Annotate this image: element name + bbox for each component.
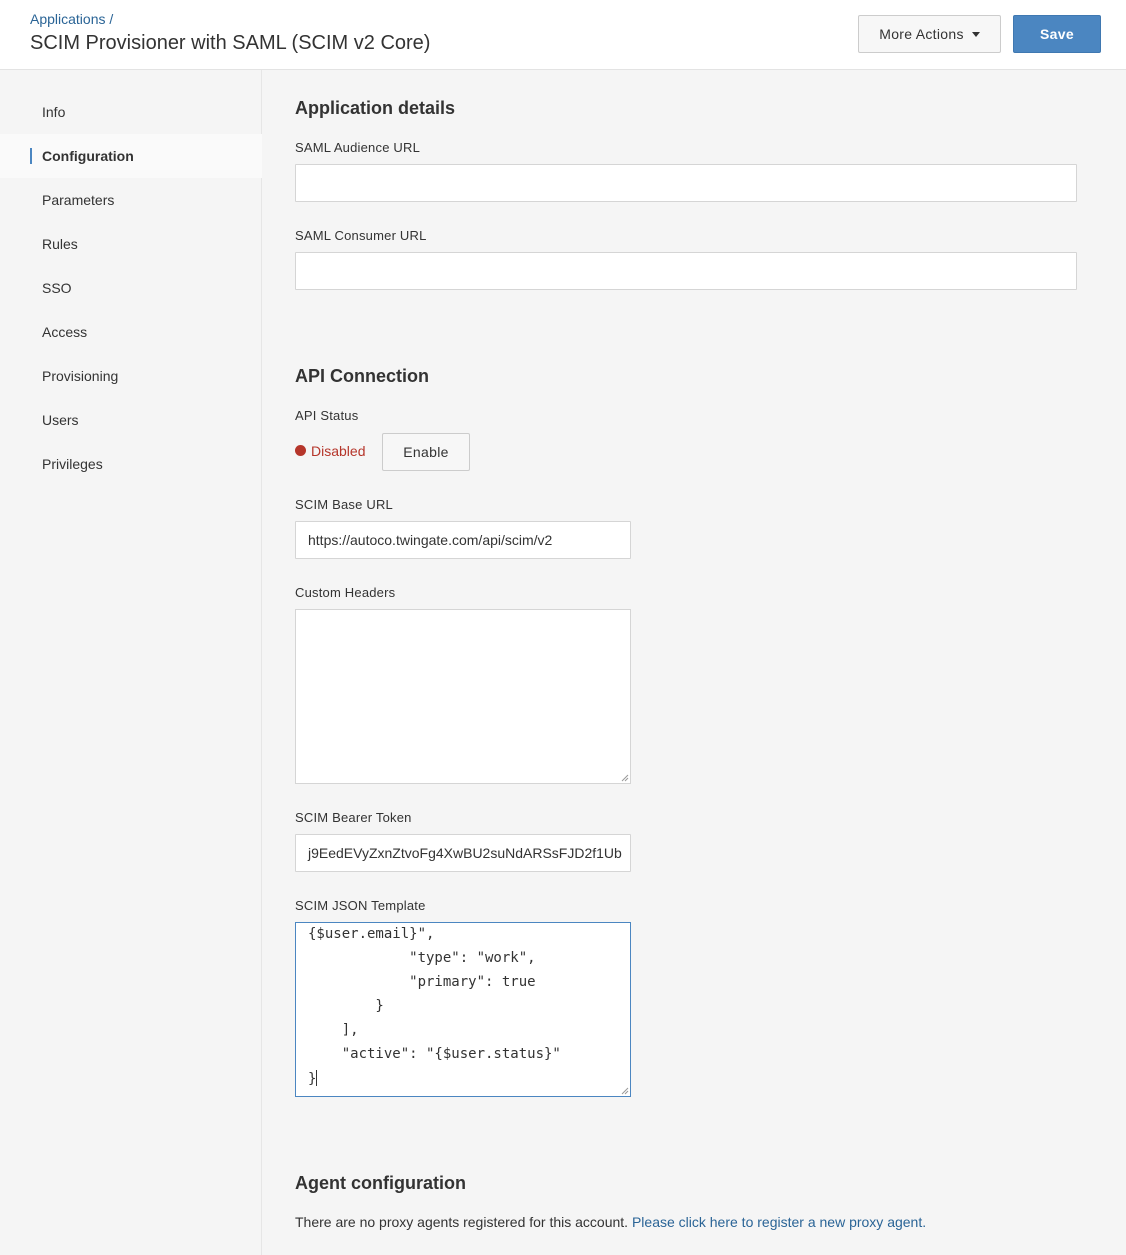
- sidebar-item-users[interactable]: Users: [0, 398, 262, 442]
- breadcrumb: Applications /: [30, 11, 113, 27]
- agent-configuration-message: There are no proxy agents registered for…: [295, 1214, 926, 1230]
- sidebar-item-info[interactable]: Info: [0, 90, 262, 134]
- json-template-line: }: [308, 998, 384, 1014]
- more-actions-label: More Actions: [879, 26, 964, 42]
- agent-configuration-title: Agent configuration: [295, 1173, 466, 1193]
- scim-base-url-label: SCIM Base URL: [295, 497, 393, 512]
- sidebar-item-access[interactable]: Access: [0, 310, 262, 354]
- register-proxy-agent-link[interactable]: Please click here to register a new prox…: [632, 1214, 926, 1230]
- saml-consumer-label: SAML Consumer URL: [295, 228, 427, 243]
- saml-audience-input[interactable]: [295, 164, 1077, 202]
- caret-down-icon: [971, 31, 980, 37]
- text-cursor: [316, 1070, 318, 1086]
- sidebar-item-parameters[interactable]: Parameters: [0, 178, 262, 222]
- sidebar-item-configuration[interactable]: Configuration: [0, 134, 262, 178]
- enable-button[interactable]: Enable: [382, 433, 470, 471]
- sidebar-item-sso[interactable]: SSO: [0, 266, 262, 310]
- main-content: Application details SAML Audience URL SA…: [263, 70, 1126, 1255]
- bearer-token-input[interactable]: j9EedEVyZxnZtvoFg4XwBU2suNdARSsFJD2f1Ub: [295, 834, 631, 872]
- custom-headers-textarea[interactable]: [295, 609, 631, 784]
- json-template-label: SCIM JSON Template: [295, 898, 426, 913]
- sidebar-item-rules[interactable]: Rules: [0, 222, 262, 266]
- saml-consumer-input[interactable]: [295, 252, 1077, 290]
- more-actions-button[interactable]: More Actions: [858, 15, 1001, 53]
- json-template-line: ],: [308, 1022, 359, 1038]
- agent-configuration-text: There are no proxy agents registered for…: [295, 1214, 629, 1230]
- json-template-line: }: [308, 1071, 317, 1087]
- bearer-token-label: SCIM Bearer Token: [295, 810, 412, 825]
- json-template-line: "active": "{$user.status}": [308, 1046, 561, 1062]
- page-title: SCIM Provisioner with SAML (SCIM v2 Core…: [30, 32, 431, 54]
- scim-base-url-input[interactable]: https://autoco.twingate.com/api/scim/v2: [295, 521, 631, 559]
- sidebar-item-privileges[interactable]: Privileges: [0, 442, 262, 486]
- json-template-line: "type": "work",: [308, 950, 536, 966]
- resize-grip-icon[interactable]: [621, 774, 629, 782]
- custom-headers-label: Custom Headers: [295, 585, 396, 600]
- json-template-line: {$user.email}",: [308, 926, 435, 942]
- sidebar-item-provisioning[interactable]: Provisioning: [0, 354, 262, 398]
- api-status-value: Disabled: [311, 443, 366, 459]
- status-dot-icon: [295, 445, 306, 456]
- application-details-title: Application details: [295, 98, 456, 118]
- page-header: Applications / SCIM Provisioner with SAM…: [0, 0, 1126, 70]
- saml-audience-label: SAML Audience URL: [295, 140, 421, 155]
- sidebar-nav: Info Configuration Parameters Rules SSO …: [0, 70, 262, 1255]
- resize-grip-icon[interactable]: [621, 1087, 629, 1095]
- save-button[interactable]: Save: [1013, 15, 1101, 53]
- breadcrumb-applications-link[interactable]: Applications /: [30, 11, 113, 27]
- api-connection-title: API Connection: [295, 366, 429, 386]
- json-template-line-last: }: [308, 1070, 318, 1087]
- json-template-textarea[interactable]: {$user.email}", "type": "work", "primary…: [295, 922, 631, 1097]
- json-template-line: "primary": true: [308, 974, 536, 990]
- api-status-label: API Status: [295, 408, 359, 423]
